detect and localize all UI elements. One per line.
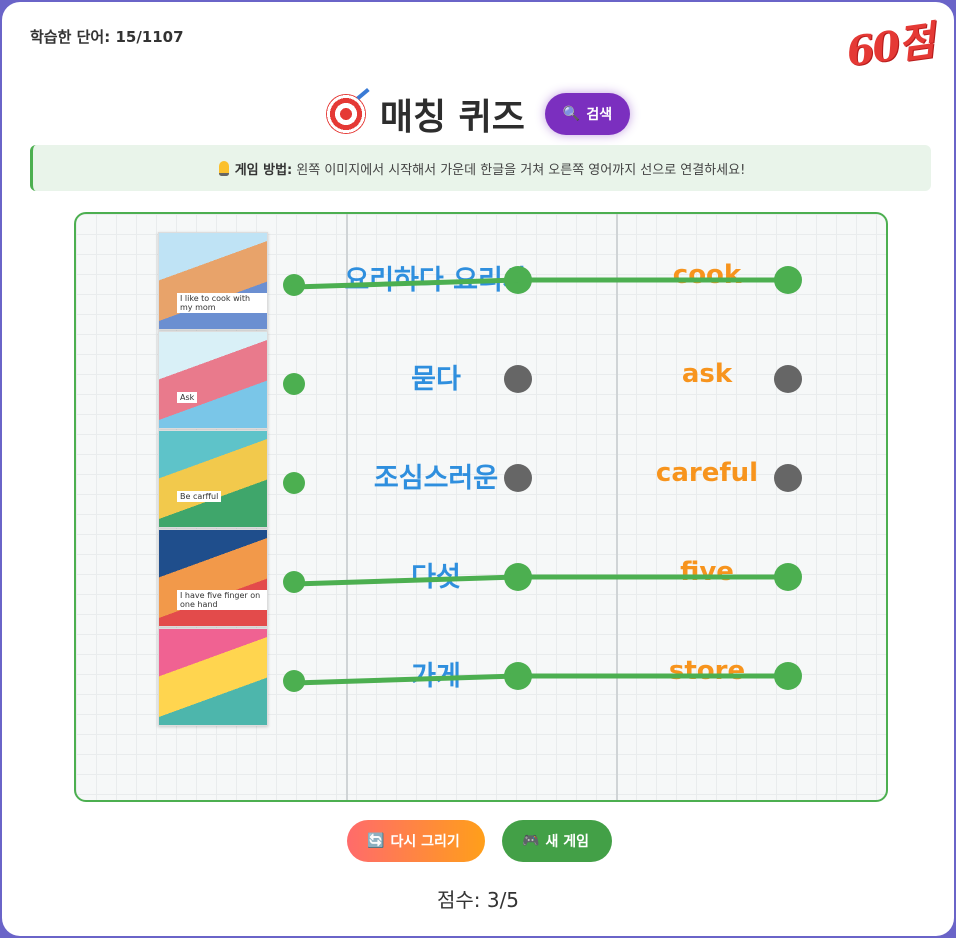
column-divider-right xyxy=(616,214,618,800)
picture-connector-dot[interactable] xyxy=(283,670,305,692)
score-stamp: 60점 xyxy=(843,17,936,76)
picture-connector-dot[interactable] xyxy=(283,571,305,593)
picture-caption: Be carfful xyxy=(177,491,222,502)
instructions-text: 왼쪽 이미지에서 시작해서 가운데 한글을 거쳐 오른쪽 영어까지 선으로 연결… xyxy=(296,162,746,178)
redraw-button-label: 다시 그리기 xyxy=(390,834,460,850)
redraw-button[interactable]: 🔄 다시 그리기 xyxy=(347,820,485,862)
new-game-button[interactable]: 🎮 새 게임 xyxy=(502,820,612,862)
column-divider-left xyxy=(346,214,348,800)
korean-connector-dot[interactable] xyxy=(504,266,532,294)
english-connector-dot[interactable] xyxy=(774,563,802,591)
picture-caption: Ask xyxy=(177,392,198,403)
word-picture[interactable]: Be carfful xyxy=(158,430,268,528)
word-picture[interactable]: I have five finger on one hand xyxy=(158,529,268,627)
picture-connector-dot[interactable] xyxy=(283,373,305,395)
korean-connector-dot[interactable] xyxy=(504,365,532,393)
korean-connector-dot[interactable] xyxy=(504,464,532,492)
picture-caption: I like to cook with my mom xyxy=(177,293,267,313)
learned-words-counter: 학습한 단어: 15/1107 xyxy=(30,28,184,46)
english-connector-dot[interactable] xyxy=(774,365,802,393)
title-row: 매칭 퀴즈 🔍 검색 xyxy=(2,86,954,142)
picture-caption: I have five finger on one hand xyxy=(177,590,267,610)
refresh-icon: 🔄 xyxy=(367,833,385,849)
score-display: 점수: 3/5 xyxy=(436,888,520,912)
picture-connector-dot[interactable] xyxy=(283,472,305,494)
english-connector-dot[interactable] xyxy=(774,662,802,690)
english-connector-dot[interactable] xyxy=(774,464,802,492)
korean-connector-dot[interactable] xyxy=(504,662,532,690)
word-picture[interactable]: I like to cook with my mom xyxy=(158,232,268,330)
search-button-label: 검색 xyxy=(586,107,613,123)
new-game-button-label: 새 게임 xyxy=(545,834,589,850)
magnifier-icon: 🔍 xyxy=(562,106,581,122)
matching-board[interactable]: I like to cook with my mom 요리하다 요리사 cook As… xyxy=(74,212,888,802)
gamepad-icon: 🎮 xyxy=(522,833,540,849)
page-title: 매칭 퀴즈 xyxy=(379,97,525,138)
picture-connector-dot[interactable] xyxy=(283,274,305,296)
instructions-banner: 게임 방법: 왼쪽 이미지에서 시작해서 가운데 한글을 거쳐 오른쪽 영어까지… xyxy=(30,145,931,191)
word-picture[interactable]: Ask xyxy=(158,331,268,429)
instructions-title: 게임 방법: xyxy=(234,162,293,178)
search-button[interactable]: 🔍 검색 xyxy=(544,93,631,135)
word-picture[interactable] xyxy=(158,628,268,726)
korean-connector-dot[interactable] xyxy=(504,563,532,591)
target-icon xyxy=(325,94,366,134)
english-connector-dot[interactable] xyxy=(774,266,802,294)
lightbulb-icon xyxy=(218,160,229,176)
game-page: 학습한 단어: 15/1107 60점 매칭 퀴즈 🔍 검색 게임 방법: 왼쪽… xyxy=(2,2,954,936)
